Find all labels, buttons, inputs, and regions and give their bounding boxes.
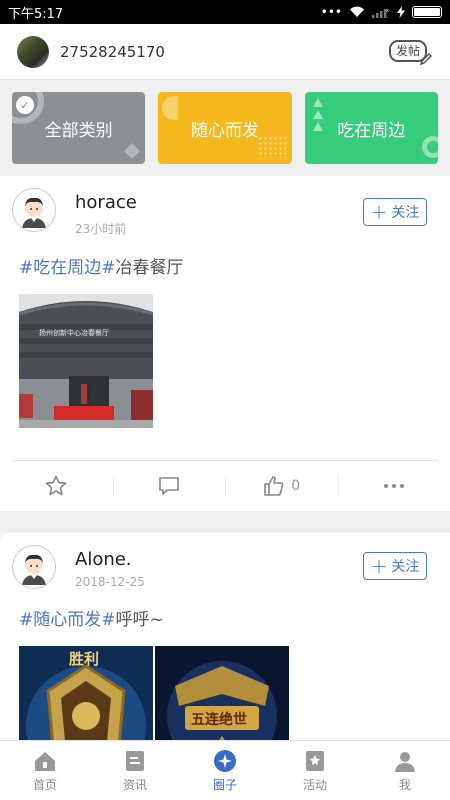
- photo-sign-text: 扬州创新中心冶春餐厅: [39, 328, 109, 337]
- home-icon: [35, 751, 55, 771]
- category-all[interactable]: ✓ 全部类别: [12, 92, 146, 164]
- thumbs-up-icon: [264, 476, 284, 496]
- post-time: 23小时前: [75, 222, 127, 236]
- star-icon: [45, 475, 67, 496]
- signal-icon: x: [372, 8, 389, 18]
- tab-activity[interactable]: 活动: [270, 741, 360, 800]
- activity-icon: [306, 750, 324, 771]
- tab-circle-label: 圈子: [212, 777, 237, 792]
- tab-home-label: 首页: [32, 777, 57, 792]
- tab-news[interactable]: 资讯: [90, 741, 180, 800]
- cube-icon: [124, 143, 141, 159]
- tab-home[interactable]: 首页: [0, 741, 90, 800]
- topic-tag[interactable]: #吃在周边#: [19, 258, 116, 278]
- category-food-nearby[interactable]: 吃在周边: [304, 92, 438, 164]
- post-card: Alone. 2018-12-25 + 关注 #随心而发#呼呼~ 胜利 五连绝世: [0, 533, 450, 740]
- feed-gap: [0, 511, 450, 533]
- game-victory-photo: 胜利: [19, 646, 153, 740]
- profile-icon: [395, 751, 415, 772]
- decor-triangle: [312, 122, 323, 131]
- tab-circle[interactable]: 圈子: [180, 741, 270, 800]
- category-free-post-label: 随心而发: [190, 120, 259, 141]
- photo-sign-text: 五连绝世: [191, 711, 247, 728]
- follow-label: 关注: [391, 559, 420, 575]
- comment-icon: [158, 477, 179, 495]
- category-all-label: 全部类别: [44, 120, 113, 141]
- follow-button[interactable]: + 关注: [363, 552, 427, 580]
- status-bar: 下午5:17 ••• x: [0, 0, 450, 24]
- post-button[interactable]: 发帖: [389, 38, 433, 66]
- decor-triangle: [312, 110, 323, 119]
- decor-triangle: [312, 98, 323, 107]
- top-header: 27528245170 发帖: [0, 24, 450, 80]
- tab-me-label: 我: [398, 777, 411, 792]
- user-id: 27528245170: [60, 42, 165, 61]
- favorite-button[interactable]: [0, 461, 113, 511]
- more-icon: [383, 484, 404, 488]
- like-button[interactable]: 0: [225, 461, 338, 511]
- decor-dots: [257, 136, 286, 158]
- status-icons: ••• x: [321, 5, 442, 19]
- plus-icon: +: [370, 554, 388, 578]
- news-icon: [126, 750, 144, 771]
- avatar-illustration-icon: [22, 554, 46, 585]
- follow-label: 关注: [391, 205, 420, 221]
- svg-text:x: x: [386, 8, 389, 14]
- like-count: 0: [291, 478, 301, 494]
- tab-news-label: 资讯: [122, 777, 147, 792]
- post-text: #随心而发#呼呼~: [19, 605, 164, 630]
- circle-icon: [214, 749, 236, 772]
- plus-icon: +: [370, 200, 388, 224]
- check-icon: ✓: [16, 96, 34, 114]
- category-row: ✓ 全部类别 随心而发 吃在周边: [0, 80, 450, 176]
- pen-icon: [419, 52, 433, 65]
- comment-button[interactable]: [112, 461, 226, 511]
- more-button[interactable]: [337, 461, 450, 511]
- game-pentakill-photo: 五连绝世: [155, 646, 289, 740]
- notification-dots-icon: •••: [320, 5, 342, 19]
- category-food-nearby-label: 吃在周边: [337, 120, 406, 141]
- post-card: horace 23小时前 + 关注 #吃在周边#冶春餐厅 扬州创新中心冶春餐厅: [0, 176, 450, 511]
- topic-tag[interactable]: #随心而发#: [19, 610, 116, 630]
- user-avatar[interactable]: [17, 35, 49, 68]
- follow-button[interactable]: + 关注: [363, 198, 427, 226]
- decor-ring: [421, 136, 438, 158]
- post-time: 2018-12-25: [75, 575, 145, 589]
- status-time: 下午5:17: [8, 6, 64, 22]
- post-actions: 0: [0, 461, 450, 511]
- decor-halfcircle: [162, 96, 179, 120]
- post-photo[interactable]: 扬州创新中心冶春餐厅: [19, 294, 153, 428]
- post-feed[interactable]: horace 23小时前 + 关注 #吃在周边#冶春餐厅 扬州创新中心冶春餐厅: [0, 176, 450, 740]
- post-body: 冶春餐厅: [115, 258, 184, 278]
- charging-icon: [397, 6, 405, 18]
- post-photo[interactable]: 胜利: [19, 646, 153, 740]
- tab-me[interactable]: 我: [360, 741, 450, 800]
- post-avatar[interactable]: [12, 188, 56, 232]
- tab-activity-label: 活动: [302, 777, 327, 792]
- post-username[interactable]: Alone.: [75, 549, 132, 570]
- post-avatar[interactable]: [12, 545, 56, 589]
- avatar-illustration-icon: [22, 197, 46, 228]
- post-photo[interactable]: 五连绝世: [155, 646, 289, 740]
- category-free-post[interactable]: 随心而发: [158, 92, 292, 164]
- restaurant-photo: 扬州创新中心冶春餐厅: [19, 294, 153, 428]
- bottom-tab-bar: 首页 资讯 圈子 活动 我: [0, 740, 450, 800]
- post-username[interactable]: horace: [75, 192, 137, 213]
- photo-sign-text: 胜利: [69, 650, 99, 668]
- post-text: #吃在周边#冶春餐厅: [19, 253, 184, 278]
- battery-icon: [412, 6, 442, 18]
- wifi-icon: [350, 6, 364, 18]
- post-body: 呼呼~: [115, 610, 164, 630]
